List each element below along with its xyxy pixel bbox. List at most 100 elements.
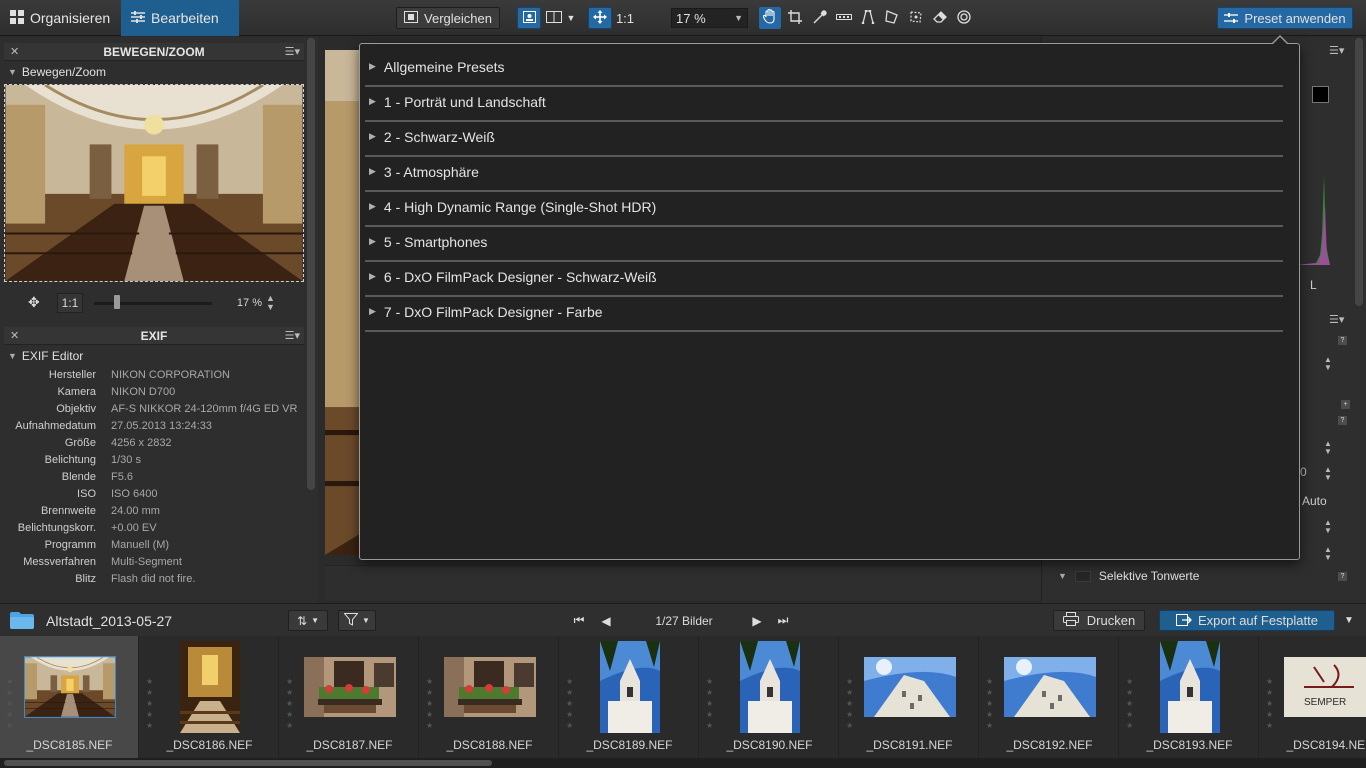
rating-stars[interactable]: ★ ★ ★ ★ ★ <box>986 676 994 731</box>
preset-group-item[interactable]: ▶ 6 - DxO FilmPack Designer - Schwarz-Wei… <box>365 262 1283 297</box>
sort-button[interactable]: ⇅ ▼ <box>288 610 328 631</box>
rating-stars[interactable]: ★ ★ ★ ★ ★ <box>846 676 854 731</box>
color-swatch[interactable] <box>1312 86 1329 103</box>
preset-group-item[interactable]: ▶ 3 - Atmosphäre <box>365 157 1283 192</box>
exif-value[interactable]: AF-S NIKKOR 24-120mm f/4G ED VR <box>111 403 297 415</box>
filmstrip-thumbnail[interactable]: ★ ★ ★ ★ ★ _DSC8190.NEF <box>700 636 839 758</box>
preset-group-item[interactable]: ▶ Allgemeine Presets <box>365 52 1283 87</box>
exif-value[interactable]: Multi-Segment <box>111 556 182 568</box>
tab-organize[interactable]: Organisieren <box>0 0 120 36</box>
nav-zoom-value[interactable]: 17 % <box>220 293 266 313</box>
compare-button[interactable]: Vergleichen <box>396 7 500 29</box>
help-icon[interactable]: ? <box>1338 416 1347 425</box>
move-icon[interactable]: ✥ <box>28 294 40 311</box>
exif-value[interactable]: NIKON CORPORATION <box>111 369 230 381</box>
filmstrip-thumbnail[interactable]: ★ ★ ★ ★ ★ _DSC8192.NEF <box>980 636 1119 758</box>
red-eye-tool[interactable] <box>953 7 975 29</box>
print-button[interactable]: Drucken <box>1053 610 1145 631</box>
rating-stars[interactable]: ★ ★ ★ ★ ★ <box>1266 676 1274 731</box>
horizon-tool[interactable] <box>833 7 855 29</box>
crop-tool[interactable] <box>784 7 806 29</box>
filmstrip-thumbnail[interactable]: ★ ★ ★ ★ ★ _DSC8185.NEF <box>0 636 139 758</box>
exif-value[interactable]: 27.05.2013 13:24:33 <box>111 420 212 432</box>
exif-value[interactable]: Flash did not fire. <box>111 573 195 585</box>
polygon-tool[interactable] <box>881 7 903 29</box>
exif-value[interactable]: NIKON D700 <box>111 386 175 398</box>
panel-menu-icon[interactable]: ☰▾ <box>1329 44 1344 57</box>
rating-stars[interactable]: ★ ★ ★ ★ ★ <box>566 676 574 731</box>
filter-button[interactable]: ▼ <box>338 610 376 631</box>
exif-value[interactable]: F5.6 <box>111 471 133 483</box>
eraser-tool[interactable] <box>929 7 951 29</box>
view-dropdown-button[interactable]: ▼ <box>565 7 577 29</box>
first-image-button[interactable]: ⏮ <box>568 610 590 631</box>
stepper-icon[interactable]: ▲ ▼ <box>1324 519 1332 535</box>
preset-group-item[interactable]: ▶ 2 - Schwarz-Weiß <box>365 122 1283 157</box>
stepper-icon[interactable]: ▲ ▼ <box>1324 440 1332 456</box>
export-dropdown-button[interactable]: ▼ <box>1337 610 1361 631</box>
filmstrip-thumbnail[interactable]: ★ ★ ★ ★ ★ _DSC8186.NEF <box>140 636 279 758</box>
add-icon[interactable]: + <box>1341 400 1350 409</box>
stepper-icon[interactable]: ▲ ▼ <box>266 294 275 312</box>
filmstrip-scroll-thumb[interactable] <box>4 760 492 766</box>
stepper-icon[interactable]: ▲ ▼ <box>1324 546 1332 562</box>
close-icon[interactable]: ✕ <box>10 45 19 58</box>
one-to-one-button[interactable]: 1:1 <box>613 7 637 29</box>
channel-l-label[interactable]: L <box>1310 278 1317 292</box>
exif-editor-subsection[interactable]: ▼ EXIF Editor <box>8 349 83 363</box>
navigator-thumbnail[interactable] <box>4 84 304 282</box>
filmstrip-thumbnail[interactable]: ★ ★ ★ ★ ★ _DSC8187.NEF <box>280 636 419 758</box>
last-image-button[interactable]: ⏭ <box>772 610 794 631</box>
filmstrip-thumbnail[interactable]: ★ ★ ★ ★ ★ _DSC8194.NEF <box>1260 636 1366 758</box>
filmstrip-thumbnail[interactable]: ★ ★ ★ ★ ★ _DSC8191.NEF <box>840 636 979 758</box>
rating-stars[interactable]: ★ ★ ★ ★ ★ <box>146 676 154 731</box>
rating-stars[interactable]: ★ ★ ★ ★ ★ <box>6 676 14 731</box>
filmstrip-thumbnail[interactable]: ★ ★ ★ ★ ★ _DSC8193.NEF <box>1120 636 1259 758</box>
panel-menu-icon[interactable]: ☰▾ <box>285 329 300 342</box>
help-icon[interactable]: ? <box>1338 572 1347 581</box>
eyedropper-tool[interactable] <box>809 7 831 29</box>
right-panel-scrollbar[interactable] <box>1355 38 1363 306</box>
local-adjust-tool[interactable] <box>905 7 927 29</box>
panel-menu-icon[interactable]: ☰▾ <box>1329 313 1344 326</box>
rating-stars[interactable]: ★ ★ ★ ★ ★ <box>426 676 434 731</box>
perspective-tool[interactable] <box>857 7 879 29</box>
zoom-slider[interactable] <box>94 302 212 305</box>
auto-button[interactable]: Auto <box>1302 494 1327 508</box>
split-view-button[interactable] <box>543 7 565 29</box>
filmstrip-thumbnail[interactable]: ★ ★ ★ ★ ★ _DSC8189.NEF <box>560 636 699 758</box>
export-to-disk-button[interactable]: Export auf Festplatte <box>1159 610 1335 631</box>
exif-value[interactable]: 1/30 s <box>111 454 141 466</box>
selective-tones-section[interactable]: ▼ Selektive Tonwerte <box>1058 569 1199 583</box>
stepper-icon[interactable]: ▲ ▼ <box>1324 356 1332 372</box>
zoom-slider-handle[interactable] <box>114 295 120 309</box>
exif-value[interactable]: Manuell (M) <box>111 539 169 551</box>
rating-stars[interactable]: ★ ★ ★ ★ ★ <box>706 676 714 731</box>
next-image-button[interactable]: ▶ <box>746 610 768 631</box>
exif-value[interactable]: +0.00 EV <box>111 522 157 534</box>
apply-preset-button[interactable]: Preset anwenden <box>1217 7 1353 29</box>
previous-image-button[interactable]: ◀ <box>595 610 617 631</box>
rating-stars[interactable]: ★ ★ ★ ★ ★ <box>286 676 294 731</box>
close-icon[interactable]: ✕ <box>10 329 19 342</box>
left-panel-scrollbar[interactable] <box>307 38 315 490</box>
preset-group-item[interactable]: ▶ 5 - Smartphones <box>365 227 1283 262</box>
preset-group-item[interactable]: ▶ 1 - Porträt und Landschaft <box>365 87 1283 122</box>
zoom-select[interactable]: 17 % ▼ <box>671 8 748 28</box>
nav-one-to-one-button[interactable]: 1:1 <box>57 293 83 313</box>
hand-tool[interactable] <box>759 7 781 29</box>
stepper-icon[interactable]: ▲ ▼ <box>1324 466 1332 482</box>
rating-stars[interactable]: ★ ★ ★ ★ ★ <box>1126 676 1134 731</box>
preset-group-item[interactable]: ▶ 4 - High Dynamic Range (Single-Shot HDR… <box>365 192 1283 227</box>
filmstrip-thumbnail[interactable]: ★ ★ ★ ★ ★ _DSC8188.NEF <box>420 636 559 758</box>
exif-value[interactable]: 24.00 mm <box>111 505 160 517</box>
single-view-button[interactable] <box>517 7 541 29</box>
exif-value[interactable]: ISO 6400 <box>111 488 157 500</box>
filmstrip-scrollbar[interactable] <box>0 758 1366 768</box>
tab-edit[interactable]: Bearbeiten <box>121 0 239 36</box>
panel-menu-icon[interactable]: ☰▾ <box>285 45 300 58</box>
preset-group-item[interactable]: ▶ 7 - DxO FilmPack Designer - Farbe <box>365 297 1283 332</box>
enable-checkbox[interactable] <box>1074 570 1091 582</box>
exif-value[interactable]: 4256 x 2832 <box>111 437 172 449</box>
help-icon[interactable]: ? <box>1338 336 1347 345</box>
